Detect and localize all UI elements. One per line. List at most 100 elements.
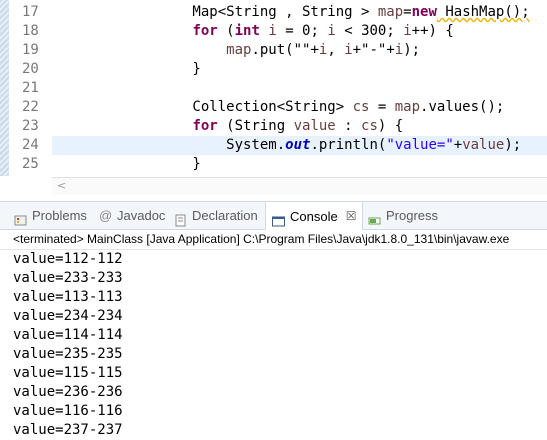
code-token: +	[453, 137, 463, 153]
code-token: "value="	[386, 137, 454, 153]
code-text: System.out.println("value="+value);	[125, 136, 521, 155]
tab-label: Problems	[32, 208, 87, 223]
code-text: map.put(""+i, i+"-"+i);	[125, 41, 420, 60]
console-line: value=115-115	[13, 365, 123, 381]
code-token: = 0;	[276, 23, 328, 39]
code-text: }	[125, 60, 201, 79]
code-token: int	[234, 23, 260, 39]
code-token: for	[192, 118, 218, 134]
console-line: value=236-236	[13, 384, 123, 400]
console-status-header: <terminated> MainClass [Java Application…	[0, 229, 547, 250]
code-token: );	[403, 42, 421, 58]
code-token: cs	[361, 118, 378, 134]
javadoc-icon: @	[99, 208, 113, 223]
tab-label: Javadoc	[117, 208, 166, 223]
console-line: value=235-235	[13, 346, 123, 362]
code-token: i	[344, 42, 353, 58]
code-token: (String	[217, 118, 294, 134]
code-text: }	[125, 155, 201, 174]
code-text: for (String value : cs) {	[125, 117, 403, 136]
tab-problems[interactable]: Problems	[14, 202, 87, 229]
code-token: ) {	[377, 118, 404, 134]
code-token: HashMap();	[436, 4, 530, 20]
code-token: (	[217, 23, 235, 39]
close-icon[interactable]: ☒	[346, 203, 357, 230]
console-line: value=114-114	[13, 327, 123, 343]
code-token: map	[226, 42, 252, 58]
line-number: 18	[22, 23, 39, 39]
code-text: Collection<String> cs = map.values();	[125, 98, 504, 117]
progress-icon	[368, 209, 381, 225]
console-output[interactable]: value=112-112 value=233-233 value=113-113 v…	[0, 250, 547, 440]
code-token: Map<String , String >	[125, 4, 378, 20]
code-token: value	[462, 137, 505, 153]
code-text: for (int i = 0; i < 300; i++) {	[125, 22, 454, 41]
tab-label: Progress	[386, 208, 439, 223]
line-number: 20	[22, 61, 39, 77]
code-token: map	[377, 4, 404, 20]
code-token: Collection<String>	[125, 99, 353, 115]
line-number: 21	[22, 80, 39, 96]
line-number: 25	[22, 156, 39, 172]
code-line[interactable]: 23 for (String value : cs) {	[0, 117, 547, 136]
tab-label: Declaration	[192, 208, 258, 223]
code-token: +"-"+	[352, 42, 395, 58]
line-number: 24	[22, 137, 39, 153]
scroll-left-arrow-icon[interactable]: <	[57, 178, 66, 194]
console-line: value=237-237	[13, 422, 123, 438]
code-token: map	[394, 99, 421, 115]
code-line[interactable]: 22 Collection<String> cs = map.values();	[0, 98, 547, 117]
code-editor[interactable]: 17 Map<String , String > map=new HashMap…	[0, 0, 547, 196]
code-token: i	[394, 42, 404, 58]
code-token: ,	[327, 42, 345, 58]
code-token: < 300;	[335, 23, 404, 39]
line-number: 19	[22, 42, 39, 58]
code-line[interactable]: 17 Map<String , String > map=new HashMap…	[0, 3, 547, 22]
tab-javadoc[interactable]: @ Javadoc	[99, 202, 165, 229]
code-token: ++) {	[411, 23, 454, 39]
code-token: i	[403, 23, 412, 39]
console-line: value=116-116	[13, 403, 123, 419]
code-token: .put(""+	[251, 42, 319, 58]
code-token: .println(	[310, 137, 387, 153]
code-token: =	[369, 99, 395, 115]
line-number: 22	[22, 99, 39, 115]
code-token: cs	[352, 99, 370, 115]
line-number: 17	[22, 4, 39, 20]
code-token: =	[403, 4, 412, 20]
console-icon	[272, 210, 285, 226]
code-token: :	[335, 118, 362, 134]
code-token: i	[268, 23, 277, 39]
code-line[interactable]: 19 map.put(""+i, i+"-"+i);	[0, 41, 547, 60]
console-line: value=113-113	[13, 289, 123, 305]
code-token: }	[125, 61, 201, 77]
code-line[interactable]: 20 }	[0, 60, 547, 79]
code-token: new	[411, 4, 437, 20]
code-token: }	[125, 156, 201, 172]
line-number: 23	[22, 118, 39, 134]
code-token: .values();	[420, 99, 505, 115]
code-token: System.	[125, 137, 286, 153]
code-line[interactable]: 18 for (int i = 0; i < 300; i++) {	[0, 22, 547, 41]
code-text: Map<String , String > map=new HashMap();	[125, 3, 530, 22]
tab-progress[interactable]: Progress	[368, 202, 438, 229]
tab-console[interactable]: Console ☒	[265, 202, 364, 230]
problems-icon	[14, 209, 27, 226]
console-line: value=233-233	[13, 270, 123, 286]
code-line[interactable]: 24 System.out.println("value="+value);	[22, 136, 547, 155]
horizontal-scrollbar[interactable]: <	[52, 177, 547, 195]
code-token: value	[293, 118, 336, 134]
console-line: value=112-112	[13, 251, 123, 267]
code-line[interactable]: 25 }	[0, 155, 547, 174]
code-token: out	[285, 137, 311, 153]
code-token: for	[192, 23, 218, 39]
declaration-icon	[174, 209, 187, 227]
console-line: value=234-234	[13, 308, 123, 324]
tab-declaration[interactable]: Declaration	[174, 202, 258, 229]
code-token: );	[504, 137, 522, 153]
tab-label: Console	[290, 208, 338, 224]
code-line[interactable]: 21	[0, 79, 547, 98]
